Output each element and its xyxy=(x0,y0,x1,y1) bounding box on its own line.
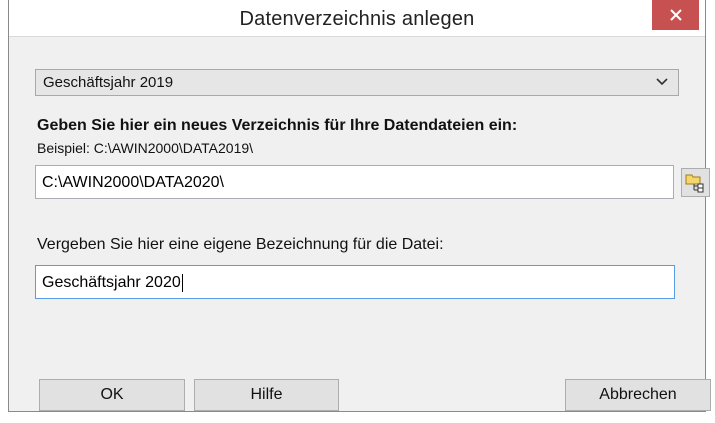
year-select[interactable]: Geschäftsjahr 2019 xyxy=(35,69,679,96)
description-label: Vergeben Sie hier eine eigene Bezeichnun… xyxy=(37,236,444,253)
folder-tree-icon xyxy=(685,174,704,193)
description-input[interactable]: Geschäftsjahr 2020 xyxy=(35,265,675,299)
close-button[interactable] xyxy=(652,0,699,30)
description-input-value: Geschäftsjahr 2020 xyxy=(42,274,181,291)
window-title: Datenverzeichnis anlegen xyxy=(239,8,475,30)
ok-button[interactable]: OK xyxy=(39,379,185,411)
year-select-value: Geschäftsjahr 2019 xyxy=(43,74,174,91)
title-bar: Datenverzeichnis anlegen xyxy=(9,0,705,37)
description-input-text: Geschäftsjahr 2020 xyxy=(42,266,183,300)
close-icon xyxy=(669,9,682,21)
chevron-down-icon xyxy=(656,78,668,86)
dialog-window: Datenverzeichnis anlegen Geschäftsjahr 2… xyxy=(8,0,711,412)
text-caret xyxy=(181,273,183,292)
directory-heading: Geben Sie hier ein neues Verzeichnis für… xyxy=(37,117,518,134)
directory-example: Beispiel: C:\AWIN2000\DATA2019\ xyxy=(37,140,254,156)
help-button[interactable]: Hilfe xyxy=(194,379,339,411)
directory-input[interactable]: C:\AWIN2000\DATA2020\ xyxy=(35,165,674,199)
cancel-button[interactable]: Abbrechen xyxy=(565,379,711,411)
browse-folder-button[interactable] xyxy=(681,168,710,197)
directory-input-value: C:\AWIN2000\DATA2020\ xyxy=(42,174,224,191)
